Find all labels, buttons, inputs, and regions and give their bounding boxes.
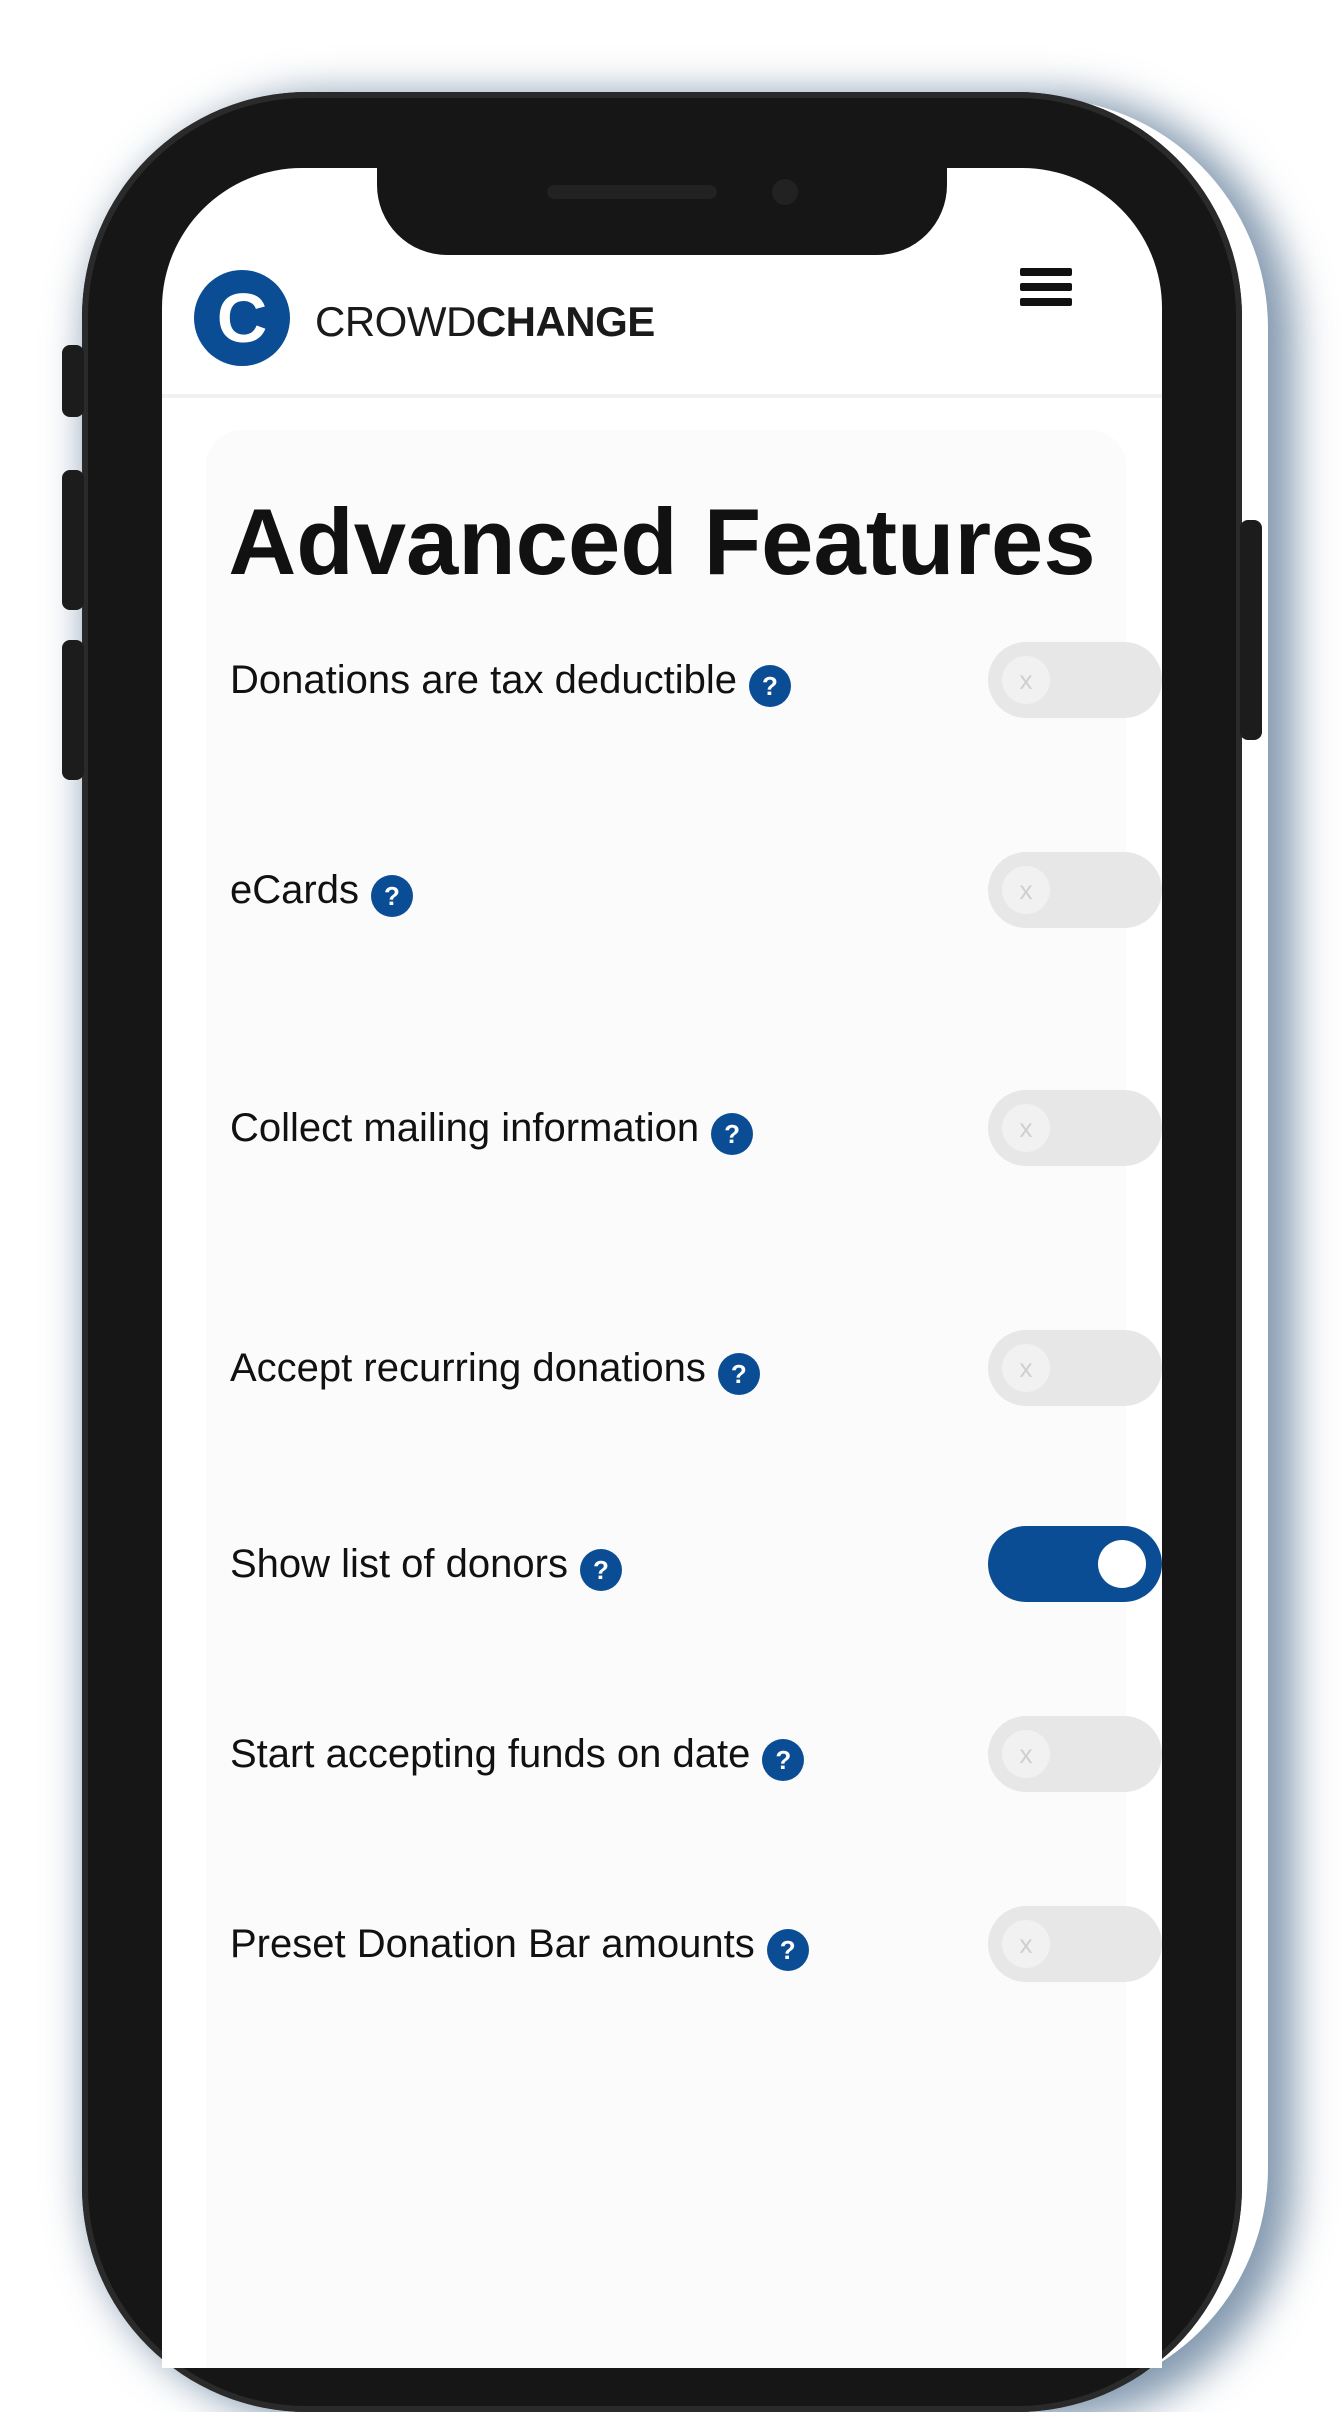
menu-bar: [1020, 298, 1072, 306]
crowdchange-logo-icon[interactable]: C: [194, 270, 290, 366]
phone-volume-up-button: [62, 470, 84, 610]
toggle-off-icon: x: [1002, 656, 1050, 704]
feature-label: Start accepting funds on date: [230, 1732, 751, 1776]
toggle-ecards[interactable]: x: [988, 852, 1162, 928]
feature-row-list-of-donors: Show list of donors?: [230, 1524, 1162, 1604]
toggle-tax-deductible[interactable]: x: [988, 642, 1162, 718]
toggle-recurring-donations[interactable]: x: [988, 1330, 1162, 1406]
page-title: Advanced Features: [228, 489, 1096, 594]
feature-label: Accept recurring donations: [230, 1346, 706, 1390]
help-icon[interactable]: ?: [579, 1549, 622, 1592]
feature-row-ecards: eCards? x: [230, 850, 1162, 930]
menu-bar: [1020, 283, 1072, 291]
hamburger-menu-icon[interactable]: [1020, 268, 1072, 306]
phone-notch: [377, 168, 947, 255]
phone-volume-down-button: [62, 640, 84, 780]
help-icon[interactable]: ?: [370, 875, 413, 918]
feature-row-mailing-info: Collect mailing information? x: [230, 1088, 1162, 1168]
front-camera-icon: [772, 179, 798, 205]
feature-label: eCards: [230, 868, 359, 912]
feature-label: Donations are tax deductible: [230, 658, 737, 702]
toggle-start-date[interactable]: x: [988, 1716, 1162, 1792]
feature-row-preset-amounts: Preset Donation Bar amounts? x: [230, 1904, 1162, 1984]
phone-silent-switch: [62, 345, 84, 417]
toggle-off-icon: x: [1002, 1730, 1050, 1778]
feature-row-tax-deductible: Donations are tax deductible? x: [230, 640, 1162, 720]
phone-screen: C CROWDCHANGE Advanced Features Donation…: [162, 168, 1162, 2368]
brand-name[interactable]: CROWDCHANGE: [315, 298, 655, 346]
toggle-knob: [1098, 1540, 1146, 1588]
help-icon[interactable]: ?: [749, 665, 791, 708]
help-icon[interactable]: ?: [711, 1113, 754, 1156]
feature-label: Show list of donors: [230, 1542, 568, 1586]
toggle-preset-amounts[interactable]: x: [988, 1906, 1162, 1982]
toggle-off-icon: x: [1002, 1344, 1050, 1392]
toggle-list-of-donors[interactable]: [988, 1526, 1162, 1602]
toggle-off-icon: x: [1002, 1104, 1050, 1152]
menu-bar: [1020, 268, 1072, 276]
toggle-mailing-info[interactable]: x: [988, 1090, 1162, 1166]
feature-row-start-date: Start accepting funds on date? x: [230, 1714, 1162, 1794]
help-icon[interactable]: ?: [766, 1929, 809, 1972]
feature-label: Collect mailing information: [230, 1106, 700, 1150]
phone-power-button: [1240, 520, 1262, 740]
feature-row-recurring-donations: Accept recurring donations? x: [230, 1328, 1162, 1408]
toggle-off-icon: x: [1002, 1920, 1050, 1968]
brand-name-light: CROWD: [315, 298, 476, 345]
feature-label: Preset Donation Bar amounts: [230, 1922, 755, 1966]
toggle-off-icon: x: [1002, 866, 1050, 914]
help-icon[interactable]: ?: [762, 1739, 805, 1782]
brand-name-bold: CHANGE: [475, 298, 656, 345]
help-icon[interactable]: ?: [717, 1353, 760, 1396]
speaker-grille: [547, 185, 717, 199]
